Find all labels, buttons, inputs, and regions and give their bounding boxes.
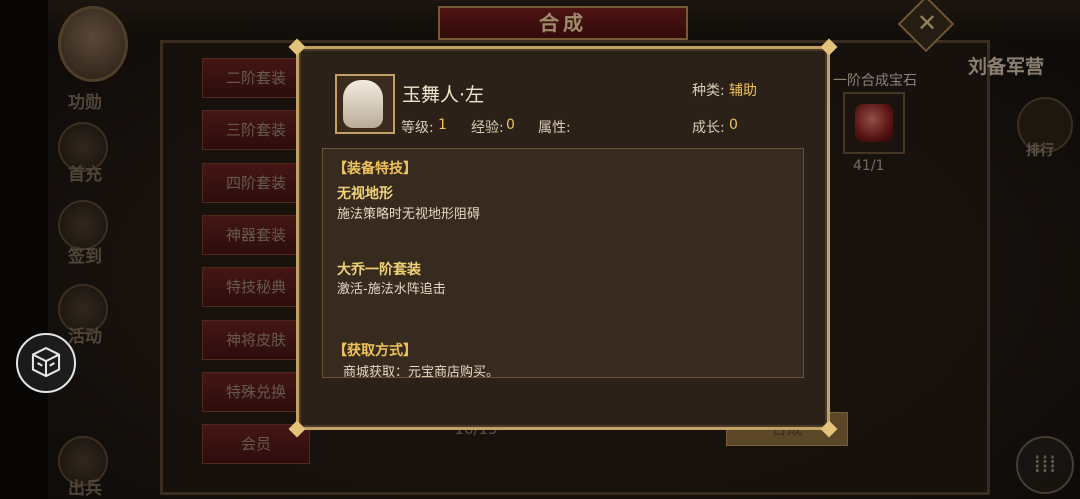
set-name: 大乔一阶套装 (337, 262, 421, 278)
cube-icon[interactable] (16, 333, 76, 393)
special-skill-header: 【装备特技】 (333, 161, 417, 177)
type-value: 辅助 (729, 83, 757, 99)
level-label: 等级: (401, 120, 434, 136)
source-text: 商城获取：元宝商店购买。 (343, 365, 500, 378)
type-label: 种类: (692, 83, 725, 99)
growth-label: 成长: (692, 120, 725, 136)
item-name: 玉舞人·左 (402, 84, 485, 106)
skill-name: 无视地形 (337, 186, 393, 202)
skill-description: 施法策略时无视地形阻碍 (337, 207, 481, 222)
set-description: 激活-施法水阵追击 (337, 282, 446, 297)
exp-label: 经验: (471, 120, 504, 136)
exp-value: 0 (506, 117, 515, 133)
level-value: 1 (438, 117, 447, 133)
description-box[interactable]: 【装备特技】 无视地形 施法策略时无视地形阻碍 大乔一阶套装 激活-施法水阵追击… (322, 148, 804, 378)
attribute-label: 属性: (538, 120, 571, 136)
growth-value: 0 (729, 117, 738, 133)
jade-dancer-icon (343, 80, 383, 128)
source-header: 【获取方式】 (333, 343, 417, 359)
